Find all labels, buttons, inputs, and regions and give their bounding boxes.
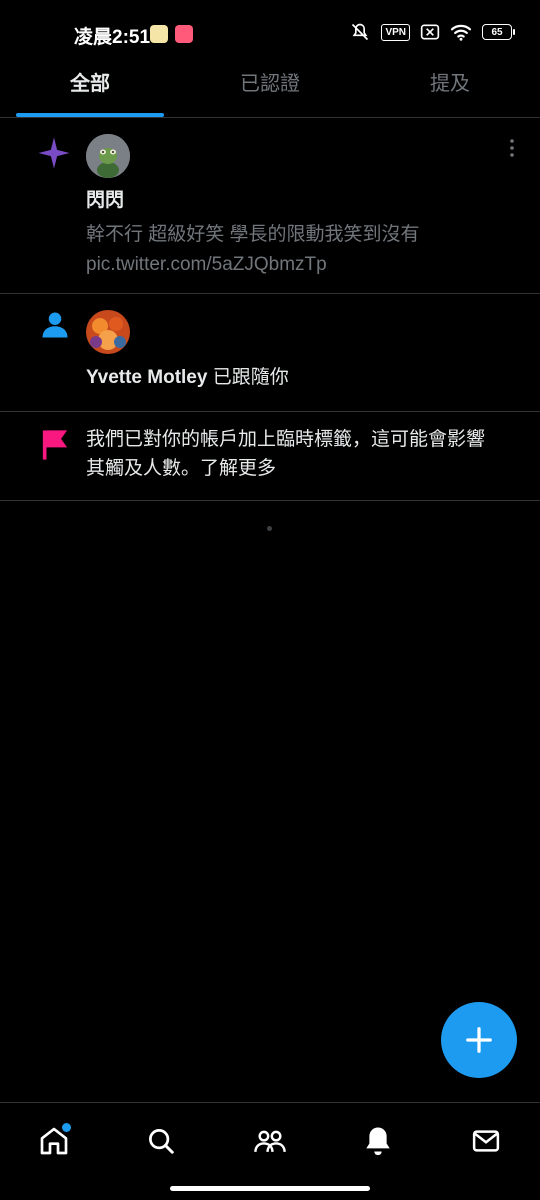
nav-home[interactable] xyxy=(34,1121,74,1161)
no-sim-icon xyxy=(420,24,440,40)
mail-icon xyxy=(472,1130,500,1152)
account-notice-line2[interactable]: 其觸及人數。了解更多 xyxy=(86,454,276,484)
tab-mentions[interactable]: 提及 xyxy=(360,64,540,117)
nav-search[interactable] xyxy=(141,1121,181,1161)
search-icon xyxy=(149,1129,174,1154)
notification-link[interactable]: pic.twitter.com/5aZJQbmzTp xyxy=(86,250,327,280)
plus-icon xyxy=(466,1027,492,1053)
vpn-icon: VPN xyxy=(381,23,410,41)
nav-communities[interactable] xyxy=(250,1121,290,1161)
battery-icon: 65 xyxy=(482,24,515,40)
sparkle-icon xyxy=(38,137,70,169)
app-notification-icon xyxy=(175,25,193,43)
nav-messages[interactable] xyxy=(466,1121,506,1161)
wifi-icon xyxy=(450,24,472,41)
more-options-icon[interactable] xyxy=(508,138,516,158)
tab-all[interactable]: 全部 xyxy=(0,64,180,117)
notification-text: 幹不行 超級好笑 學長的限動我笑到沒有 xyxy=(86,224,420,245)
notification-tabs: 全部 已認證 提及 xyxy=(0,64,540,118)
tab-verified[interactable]: 已認證 xyxy=(180,64,360,117)
avatar[interactable] xyxy=(86,310,130,354)
notification-item[interactable]: 我們已對你的帳戶加上臨時標籤，這可能會影響 其觸及人數。了解更多 xyxy=(0,412,540,501)
notification-item[interactable]: 閃閃 幹不行 超級好笑 學長的限動我笑到沒有 pic.twitter.com/5… xyxy=(0,118,540,294)
account-notice-line1: 我們已對你的帳戶加上臨時標籤，這可能會影響 xyxy=(86,429,486,450)
app-notification-icon xyxy=(150,25,168,43)
avatar[interactable] xyxy=(86,134,130,178)
active-tab-indicator xyxy=(16,113,164,117)
notification-username[interactable]: Yvette Motley xyxy=(86,367,207,388)
follow-text: Yvette Motley 已跟隨你 xyxy=(86,363,289,393)
notification-item[interactable]: Yvette Motley 已跟隨你 xyxy=(0,294,540,412)
status-bar: 凌晨2:51 VPN 65 xyxy=(0,0,540,64)
home-badge-dot xyxy=(62,1123,71,1132)
status-icons: VPN 65 xyxy=(349,22,515,42)
flag-icon xyxy=(42,430,68,460)
follow-action-text: 已跟隨你 xyxy=(207,367,289,388)
notification-username[interactable]: 閃閃 xyxy=(86,186,124,216)
loading-indicator xyxy=(267,526,272,531)
status-time: 凌晨2:51 xyxy=(74,27,151,48)
communities-icon xyxy=(254,1130,286,1153)
home-indicator-bar[interactable] xyxy=(170,1186,370,1191)
nav-notifications[interactable] xyxy=(358,1121,398,1161)
person-icon xyxy=(42,312,68,338)
compose-button[interactable] xyxy=(441,1002,517,1078)
mute-icon xyxy=(352,23,369,41)
bell-icon xyxy=(366,1127,390,1156)
